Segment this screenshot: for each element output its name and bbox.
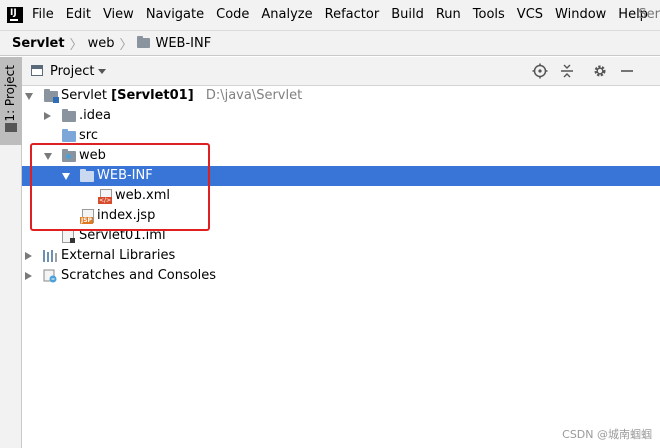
menu-run[interactable]: Run [430,0,467,30]
gear-icon[interactable] [592,63,608,79]
tree-item-scratches[interactable]: Scratches and Consoles [22,266,660,286]
project-tree: Servlet [Servlet01] D:\java\Servlet .ide… [22,86,660,448]
tool-window-stripe: 1: Project [0,57,22,448]
breadcrumb-current[interactable]: WEB-INF [155,36,211,51]
tree-root-path: D:\java\Servlet [205,88,303,103]
breadcrumb: Servlet 〉 web 〉 WEB-INF [0,30,660,56]
tree-item-label: src [79,128,98,143]
tree-root-name: Servlet [61,88,107,103]
tree-item-label: Scratches and Consoles [61,268,217,283]
tree-item-label: web [79,148,106,163]
scratches-icon [43,269,57,283]
menu-bar: IJ File Edit View Navigate Code Analyze … [0,0,660,30]
chevron-down-icon[interactable] [98,69,106,74]
tree-item-web-xml[interactable]: </> web.xml [22,186,660,206]
menu-vcs[interactable]: VCS [511,0,549,30]
tree-item-label: External Libraries [61,248,176,263]
tree-item-label: Servlet01.iml [79,228,166,243]
collapsed-arrow-icon[interactable] [25,252,32,260]
target-icon[interactable] [532,63,548,79]
menu-tools[interactable]: Tools [467,0,511,30]
expanded-arrow-icon[interactable] [62,173,70,180]
menu-view[interactable]: View [97,0,140,30]
tree-item-src[interactable]: src [22,126,660,146]
project-tool-tab-label: 1: Project [3,65,17,122]
module-folder-icon [44,89,59,103]
collapsed-arrow-icon[interactable] [44,112,51,120]
chevron-right-icon: 〉 [119,37,133,53]
collapse-all-icon[interactable] [559,63,575,79]
source-folder-icon [62,129,76,142]
xml-file-icon: </> [98,189,113,204]
folder-icon [62,109,76,122]
menu-code[interactable]: Code [210,0,255,30]
folder-icon [137,36,151,48]
jsp-file-icon: JSP [80,209,94,224]
project-view-selector[interactable]: Project [50,64,94,79]
collapsed-arrow-icon[interactable] [25,272,32,280]
tree-item-root[interactable]: Servlet [Servlet01] D:\java\Servlet [22,86,660,106]
tree-item-index-jsp[interactable]: JSP index.jsp [22,206,660,226]
project-tool-tab[interactable]: 1: Project [0,57,22,145]
minimize-icon[interactable] [619,63,635,79]
menu-edit[interactable]: Edit [60,0,97,30]
tree-item-label: WEB-INF [97,168,153,183]
intellij-logo-icon: IJ [7,7,23,23]
tree-item-idea[interactable]: .idea [22,106,660,126]
tree-item-web-inf[interactable]: WEB-INF [22,166,660,186]
tree-item-label: web.xml [115,188,170,203]
chevron-right-icon: 〉 [69,37,83,53]
tree-item-label: index.jsp [97,208,156,223]
tree-item-external-libraries[interactable]: External Libraries [22,246,660,266]
folder-icon [80,169,94,182]
expanded-arrow-icon[interactable] [44,153,52,160]
menu-analyze[interactable]: Analyze [255,0,318,30]
folder-icon [5,123,17,132]
project-panel-header: Project [22,57,660,86]
window-title-truncated: Ser [638,7,660,22]
library-icon [43,250,57,262]
expanded-arrow-icon[interactable] [25,93,33,100]
menu-file[interactable]: File [26,0,60,30]
tree-root-module: [Servlet01] [111,88,194,103]
tree-item-label: .idea [79,108,111,123]
project-view-icon [31,65,43,76]
web-folder-icon [62,149,76,162]
watermark: CSDN @城南蝈蝈 [562,428,652,441]
tree-item-iml[interactable]: Servlet01.iml [22,226,660,246]
menu-navigate[interactable]: Navigate [140,0,210,30]
breadcrumb-project[interactable]: Servlet [12,36,65,51]
menu-window[interactable]: Window [549,0,612,30]
menu-build[interactable]: Build [385,0,430,30]
tree-item-web[interactable]: web [22,146,660,166]
iml-file-icon [62,229,75,243]
menu-refactor[interactable]: Refactor [319,0,386,30]
breadcrumb-folder[interactable]: web [88,36,115,51]
